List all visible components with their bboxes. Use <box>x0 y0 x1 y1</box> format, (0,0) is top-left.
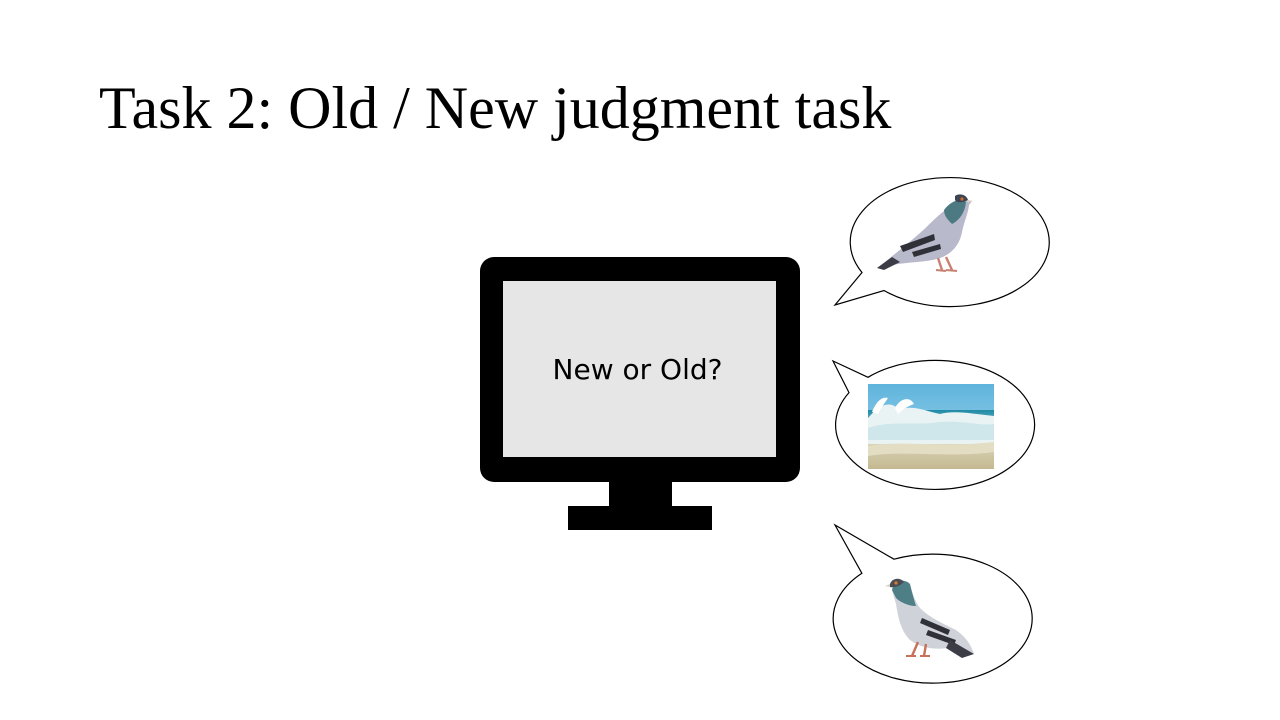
speech-bubble-middle <box>831 359 1036 491</box>
slide: Task 2: Old / New judgment task New or O… <box>0 0 1280 720</box>
speech-bubbles <box>831 177 1050 684</box>
speech-bubble-top <box>833 177 1050 308</box>
ocean-wave-image <box>868 384 994 469</box>
speech-bubble-bottom <box>832 523 1033 684</box>
